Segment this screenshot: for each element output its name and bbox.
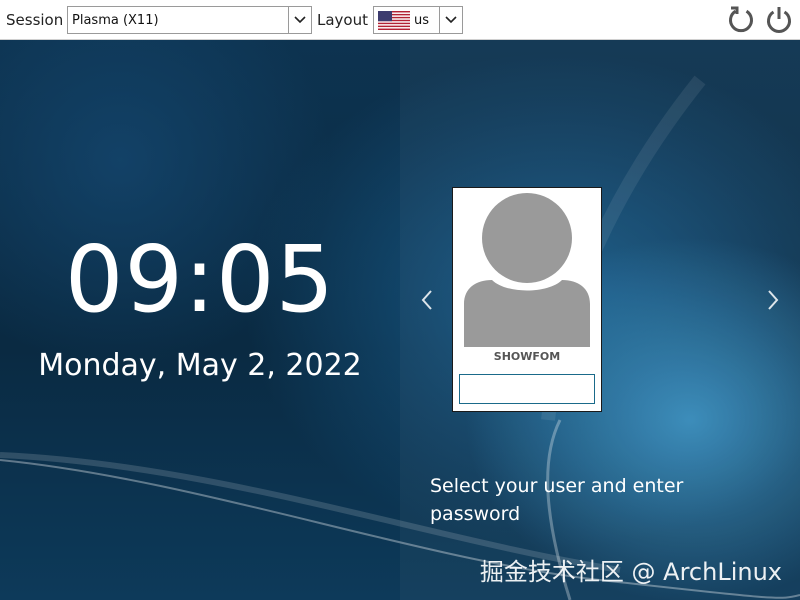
- chevron-down-icon: [445, 16, 457, 24]
- layout-select-value: us: [414, 13, 430, 28]
- clock-time: 09:05: [64, 226, 336, 333]
- session-label: Session: [6, 11, 64, 29]
- us-flag-icon: [378, 11, 410, 30]
- password-field[interactable]: [459, 374, 595, 404]
- layout-select[interactable]: us: [373, 6, 463, 34]
- default-avatar-icon: [464, 193, 590, 347]
- top-bar: Session Plasma (X11) Layout us: [0, 0, 800, 40]
- chevron-left-icon[interactable]: [417, 288, 437, 312]
- reboot-icon[interactable]: [726, 5, 756, 35]
- session-select[interactable]: Plasma (X11): [67, 6, 312, 34]
- user-name: SHOWFOM: [493, 350, 561, 363]
- clock-date: Monday, May 2, 2022: [38, 348, 362, 383]
- chevron-right-icon[interactable]: [763, 288, 783, 312]
- user-card[interactable]: SHOWFOM: [452, 187, 602, 412]
- layout-label: Layout: [317, 11, 368, 29]
- session-select-value: Plasma (X11): [72, 13, 159, 28]
- power-icon[interactable]: [764, 5, 794, 35]
- layout-dropdown-button[interactable]: [439, 7, 462, 33]
- login-prompt: Select your user and enter password: [430, 475, 684, 525]
- chevron-down-icon: [294, 16, 306, 24]
- watermark: 掘金技术社区 @ ArchLinux: [479, 558, 782, 586]
- session-dropdown-button[interactable]: [288, 7, 311, 33]
